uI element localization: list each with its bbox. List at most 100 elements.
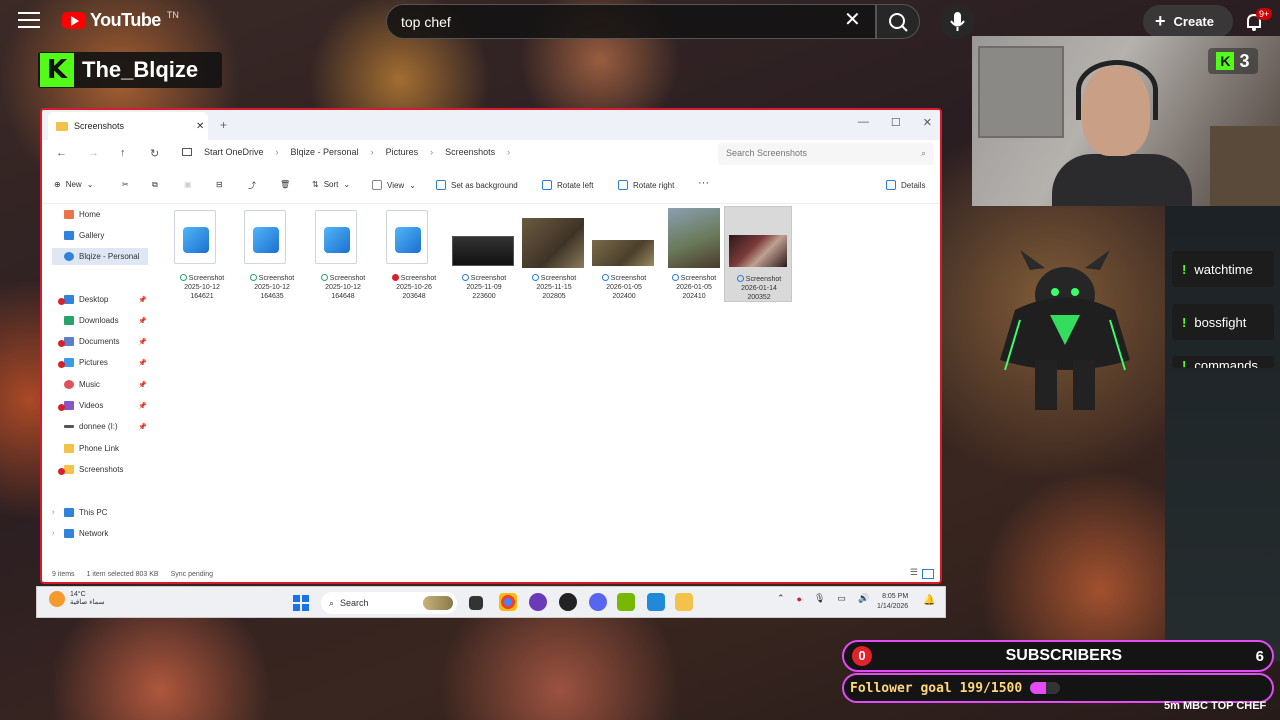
breadcrumb-item[interactable]: Screenshots bbox=[445, 147, 495, 157]
details-button[interactable]: Details bbox=[886, 180, 925, 190]
file-explorer-icon[interactable] bbox=[675, 593, 693, 611]
sort-button[interactable]: ⇅ Sort ⌄ bbox=[312, 180, 350, 189]
nav-item-drive[interactable]: donnee (I:) bbox=[64, 422, 118, 431]
delete-icon[interactable]: 🗑 bbox=[280, 180, 290, 189]
kick-logo: K bbox=[40, 53, 74, 87]
pin-icon[interactable]: 📌 bbox=[138, 296, 147, 304]
more-options-icon[interactable]: ··· bbox=[698, 177, 709, 189]
list-view-icon[interactable]: ☰ bbox=[910, 567, 918, 578]
nav-item-videos[interactable]: Videos bbox=[64, 401, 103, 410]
view-button[interactable]: View ⌄ bbox=[372, 180, 416, 190]
nav-item-pictures[interactable]: Pictures bbox=[64, 358, 108, 367]
nav-item-gallery[interactable]: Gallery bbox=[64, 231, 104, 240]
copy-icon[interactable]: ⧉ bbox=[152, 180, 158, 190]
nav-item-documents[interactable]: Documents bbox=[64, 337, 119, 346]
create-button[interactable]: + Create bbox=[1143, 5, 1233, 38]
weather-widget[interactable]: 14°C سماء صافية bbox=[49, 591, 105, 607]
nav-item-this-pc[interactable]: This PC bbox=[64, 508, 107, 517]
hamburger-menu-icon[interactable] bbox=[18, 12, 40, 32]
nav-item-music[interactable]: Music bbox=[64, 380, 100, 389]
clock[interactable]: 8:05 PM 1/14/2026 bbox=[877, 592, 908, 612]
file-item[interactable]: Screenshot 2026-01-05 202410 bbox=[660, 206, 728, 302]
up-arrow-icon[interactable]: ↑ bbox=[120, 147, 126, 159]
share-icon[interactable]: ⤴ bbox=[248, 180, 256, 191]
new-tab-icon[interactable]: + bbox=[220, 118, 227, 132]
chrome-icon[interactable] bbox=[499, 593, 517, 611]
file-item[interactable]: Screenshot 2025-11-09 223600 bbox=[450, 206, 518, 302]
grid-view-icon[interactable] bbox=[922, 569, 934, 579]
discord-icon[interactable] bbox=[589, 593, 607, 611]
file-item[interactable]: Screenshot 2025-11-15 202805 bbox=[520, 206, 588, 302]
youtube-search-input[interactable] bbox=[401, 14, 821, 30]
youtube-logo[interactable]: YouTube TN bbox=[62, 10, 179, 31]
pin-icon[interactable]: 📌 bbox=[138, 359, 147, 367]
pin-icon[interactable]: 📌 bbox=[138, 402, 147, 410]
search-button[interactable] bbox=[876, 4, 920, 39]
screenshot-thumbnail bbox=[522, 218, 584, 268]
nav-item-screenshots[interactable]: Screenshots bbox=[64, 465, 123, 474]
maximize-icon[interactable]: ☐ bbox=[891, 116, 901, 129]
new-label: New bbox=[65, 180, 82, 189]
app-icon[interactable] bbox=[529, 593, 547, 611]
file-item[interactable]: Screenshot 2025-10-12 164648 bbox=[309, 206, 377, 302]
file-item-selected[interactable]: Screenshot 2026-01-14 200352 bbox=[724, 206, 792, 302]
chevron-down-icon: ⌄ bbox=[86, 180, 94, 189]
pin-icon[interactable]: 📌 bbox=[138, 338, 147, 346]
volume-icon[interactable]: 🔊 bbox=[858, 593, 869, 604]
tray-app-icon[interactable]: ● bbox=[797, 594, 802, 604]
nav-item-phone-link[interactable]: Phone Link bbox=[64, 444, 119, 453]
nav-item-onedrive[interactable]: Blqize - Personal bbox=[52, 248, 148, 265]
tab-close-icon[interactable]: ✕ bbox=[196, 121, 204, 132]
breadcrumb-item[interactable]: Pictures bbox=[386, 147, 419, 157]
obs-icon[interactable] bbox=[559, 593, 577, 611]
voice-search-button[interactable] bbox=[940, 4, 975, 39]
new-button[interactable]: ⊕ New ⌄ bbox=[54, 180, 93, 189]
chevron-right-icon[interactable]: › bbox=[52, 509, 54, 516]
file-item[interactable]: Screenshot 2025-10-12 164621 bbox=[168, 206, 236, 302]
file-item[interactable]: Screenshot 2025-10-12 164635 bbox=[238, 206, 306, 302]
forward-arrow-icon[interactable]: → bbox=[88, 147, 99, 159]
youtube-play-icon bbox=[62, 12, 86, 29]
breadcrumb-item[interactable]: Blqize - Personal bbox=[291, 147, 359, 157]
chevron-up-icon[interactable]: ⌃ bbox=[777, 593, 785, 604]
back-arrow-icon[interactable]: ← bbox=[56, 147, 67, 159]
file-label: Screenshot 2026-01-05 202400 bbox=[590, 274, 658, 301]
nav-item-downloads[interactable]: Downloads bbox=[64, 316, 119, 325]
store-icon[interactable] bbox=[647, 593, 665, 611]
minimize-icon[interactable]: — bbox=[858, 116, 869, 129]
pin-icon[interactable]: 📌 bbox=[138, 381, 147, 389]
clear-search-icon[interactable]: ✕ bbox=[844, 10, 861, 30]
explorer-tab[interactable]: Screenshots ✕ bbox=[48, 112, 208, 140]
nav-item-network[interactable]: Network bbox=[64, 529, 108, 538]
subs-title: SUBSCRIBERS bbox=[1005, 647, 1123, 664]
nav-item-desktop[interactable]: Desktop bbox=[64, 295, 108, 304]
breadcrumb-item[interactable]: Start OneDrive bbox=[204, 147, 264, 157]
pin-icon[interactable]: 📌 bbox=[138, 423, 147, 431]
explorer-search-input[interactable]: Search Screenshots ⌕ bbox=[718, 143, 934, 165]
file-item[interactable]: Screenshot 2026-01-05 202400 bbox=[590, 206, 658, 302]
command-bossfight: ! bossfight bbox=[1172, 304, 1274, 340]
rotate-right-button[interactable]: Rotate right bbox=[618, 180, 674, 190]
cut-icon[interactable]: ✂ bbox=[122, 180, 129, 189]
paste-icon[interactable]: ▣ bbox=[184, 180, 192, 189]
refresh-icon[interactable]: ↻ bbox=[150, 147, 159, 160]
close-window-icon[interactable]: ✕ bbox=[923, 116, 932, 129]
notification-icon[interactable]: 🔔 bbox=[923, 595, 935, 606]
item-count: 9 items bbox=[52, 571, 75, 578]
nvidia-icon[interactable] bbox=[617, 593, 635, 611]
rename-icon[interactable]: ⊟ bbox=[216, 180, 223, 189]
rotate-left-button[interactable]: Rotate left bbox=[542, 180, 593, 190]
pin-icon[interactable]: 📌 bbox=[138, 317, 147, 325]
chevron-down-icon: ⌄ bbox=[409, 180, 416, 190]
task-view-icon[interactable] bbox=[469, 596, 483, 610]
chevron-right-icon[interactable]: › bbox=[52, 530, 54, 537]
taskbar-search[interactable]: ⌕ Search bbox=[321, 592, 457, 614]
network-icon[interactable]: ▭ bbox=[837, 593, 846, 604]
set-background-button[interactable]: Set as background bbox=[436, 180, 518, 190]
mic-icon[interactable]: 🎙 bbox=[814, 593, 825, 604]
windows-start-icon[interactable] bbox=[293, 595, 309, 611]
computer-icon bbox=[182, 148, 192, 156]
file-item[interactable]: Screenshot 2025-10-26 203648 bbox=[380, 206, 448, 302]
nav-item-home[interactable]: Home bbox=[64, 210, 100, 219]
follower-goal-text: Follower goal 199/1500 bbox=[850, 680, 1023, 696]
